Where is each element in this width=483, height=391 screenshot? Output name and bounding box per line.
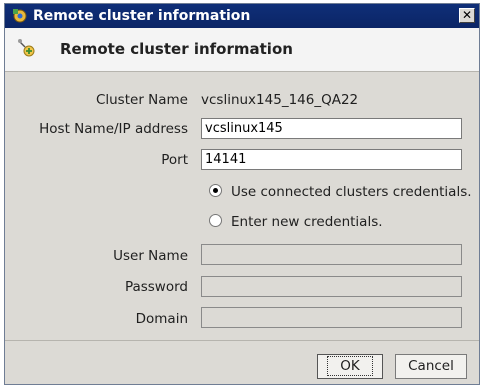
remote-cluster-dialog: Remote cluster information ✕ Remote clus… — [4, 3, 480, 385]
cluster-name-label: Cluster Name — [95, 92, 188, 108]
title-bar[interactable]: Remote cluster information ✕ — [5, 4, 479, 28]
cluster-gear-icon — [13, 9, 27, 23]
footer-divider — [5, 340, 479, 341]
port-label: Port — [161, 152, 188, 168]
cancel-button-label: Cancel — [408, 358, 454, 374]
port-input[interactable] — [201, 149, 462, 170]
domain-label: Domain — [135, 311, 188, 327]
password-input[interactable] — [201, 276, 462, 297]
header-title: Remote cluster information — [60, 40, 293, 58]
header-panel: Remote cluster information — [5, 28, 479, 72]
cancel-button[interactable]: Cancel — [395, 354, 467, 379]
close-button[interactable]: ✕ — [459, 8, 475, 23]
password-label: Password — [124, 279, 188, 295]
window-title: Remote cluster information — [33, 8, 251, 24]
domain-input[interactable] — [201, 307, 462, 328]
user-name-label: User Name — [113, 248, 188, 264]
radio-use-connected-label: Use connected clusters credentials. — [231, 184, 472, 200]
radio-use-connected[interactable]: Use connected clusters credentials. — [209, 184, 472, 200]
add-cluster-icon — [18, 39, 35, 57]
ok-button[interactable]: OK — [317, 354, 383, 379]
close-icon: ✕ — [461, 8, 473, 22]
radio-enter-new[interactable]: Enter new credentials. — [209, 214, 383, 230]
ok-button-label: OK — [327, 356, 373, 376]
radio-checked-icon[interactable] — [209, 184, 222, 197]
host-input[interactable] — [201, 118, 462, 139]
cluster-name-value: vcslinux145_146_QA22 — [201, 92, 359, 108]
radio-unchecked-icon[interactable] — [209, 214, 222, 227]
host-label: Host Name/IP address — [39, 121, 188, 137]
radio-enter-new-label: Enter new credentials. — [231, 214, 383, 230]
user-name-input[interactable] — [201, 244, 462, 265]
